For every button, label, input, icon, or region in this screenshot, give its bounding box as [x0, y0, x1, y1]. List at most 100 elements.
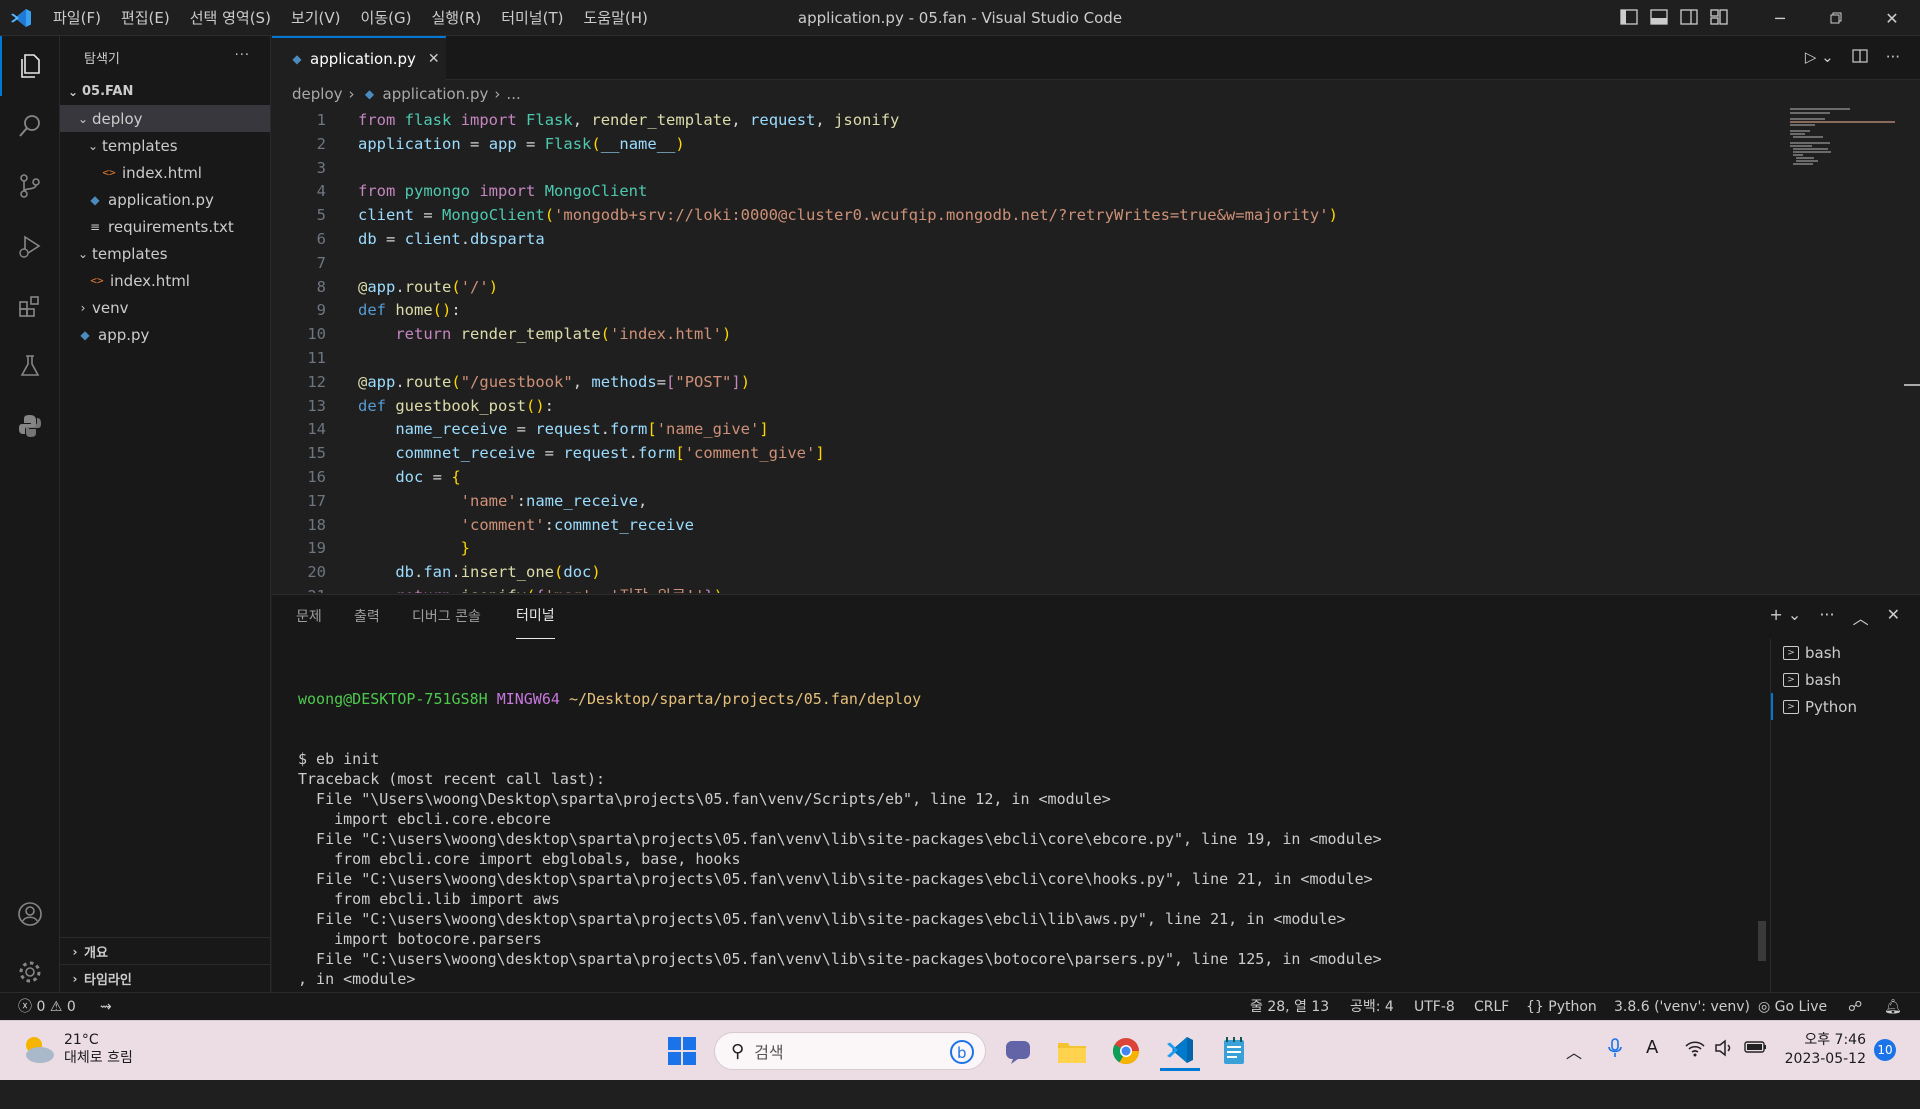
breadcrumb-file[interactable]: application.py	[383, 85, 489, 103]
code-line[interactable]: 17 'name':name_receive,	[272, 489, 1872, 513]
code-line[interactable]: 20 db.fan.insert_one(doc)	[272, 560, 1872, 584]
windows-start-icon[interactable]	[662, 1031, 702, 1071]
volume-icon[interactable]	[1714, 1039, 1734, 1061]
file-explorer-icon[interactable]	[1052, 1031, 1092, 1071]
extensions-icon[interactable]	[0, 276, 60, 336]
customize-layout-icon[interactable]	[1710, 8, 1728, 30]
toggle-secondary-sidebar-icon[interactable]	[1680, 8, 1698, 30]
more-actions-icon[interactable]: ···	[235, 48, 250, 63]
code-line[interactable]: 16 doc = {	[272, 465, 1872, 489]
code-line[interactable]: 3	[272, 156, 1872, 180]
menu-view[interactable]: 보기(V)	[281, 0, 351, 36]
python-icon[interactable]	[0, 396, 60, 456]
code-line[interactable]: 12 @app.route("/guestbook", methods=["POS…	[272, 370, 1872, 394]
code-line[interactable]: 13 def guestbook_post():	[272, 394, 1872, 418]
tab-debug-console[interactable]: 디버그 콘솔	[412, 595, 481, 639]
code-editor[interactable]: 1 from flask import Flask, render_templat…	[272, 108, 1920, 593]
tab-terminal[interactable]: 터미널	[516, 595, 555, 639]
code-line[interactable]: 6 db = client.dbsparta	[272, 227, 1872, 251]
maximize-panel-icon[interactable]: ︿	[1853, 605, 1869, 629]
vscode-taskbar-icon[interactable]	[1160, 1031, 1200, 1071]
code-line[interactable]: 9 def home():	[272, 298, 1872, 322]
tree-file-index-html[interactable]: <> index.html	[60, 267, 270, 294]
tree-file-deploy-index-html[interactable]: <> index.html	[60, 159, 270, 186]
battery-icon[interactable]	[1744, 1039, 1768, 1059]
menu-help[interactable]: 도움말(H)	[573, 0, 657, 36]
source-control-icon[interactable]	[0, 156, 60, 216]
notepad-icon[interactable]	[1214, 1031, 1254, 1071]
eol-status[interactable]: CRLF	[1474, 993, 1509, 1021]
show-hidden-icons[interactable]: ︿	[1566, 1039, 1582, 1063]
close-icon[interactable]: ✕	[1864, 0, 1920, 36]
bing-icon[interactable]: b	[949, 1039, 975, 1069]
workspace-root[interactable]: ⌄ 05.FAN	[60, 78, 270, 105]
cursor-position[interactable]: 줄 28, 열 13	[1250, 993, 1329, 1021]
menu-selection[interactable]: 선택 영역(S)	[180, 0, 281, 36]
explorer-icon[interactable]	[0, 36, 60, 96]
account-icon[interactable]	[0, 884, 60, 944]
run-python-file-icon[interactable]: ▷ ⌄	[1805, 48, 1834, 68]
clock[interactable]: 오후 7:46 2023-05-12	[1782, 1031, 1866, 1069]
close-panel-icon[interactable]: ✕	[1887, 605, 1900, 629]
encoding-status[interactable]: UTF-8	[1414, 993, 1455, 1021]
outline-section[interactable]: › 개요	[60, 937, 271, 965]
tree-folder-deploy[interactable]: ⌄ deploy	[60, 105, 270, 132]
tab-application-py[interactable]: ◆ application.py ✕	[272, 36, 446, 80]
code-line[interactable]: 15 commnet_receive = request.form['comme…	[272, 441, 1872, 465]
menu-go[interactable]: 이동(G)	[351, 0, 422, 36]
code-line[interactable]: 2 application = app = Flask(__name__)	[272, 132, 1872, 156]
chat-app-icon[interactable]	[998, 1031, 1038, 1071]
tree-folder-templates[interactable]: ⌄ templates	[60, 240, 270, 267]
tab-problems[interactable]: 문제	[296, 595, 322, 639]
code-line[interactable]: 18 'comment':commnet_receive	[272, 513, 1872, 537]
minimap[interactable]	[1788, 108, 1898, 168]
toggle-panel-icon[interactable]	[1650, 8, 1668, 30]
code-line[interactable]: 21 return jsonify({'msg': '저장 완료!'})	[272, 584, 1872, 593]
weather-widget[interactable]: 21°C 대체로 흐림	[64, 1031, 133, 1067]
menu-file[interactable]: 파일(F)	[43, 0, 111, 36]
tree-folder-deploy-templates[interactable]: ⌄ templates	[60, 132, 270, 159]
menu-terminal[interactable]: 터미널(T)	[491, 0, 573, 36]
terminal-item-bash[interactable]: > bash	[1771, 666, 1920, 693]
terminal-scrollbar[interactable]	[1758, 921, 1766, 961]
remote-explorer-icon[interactable]: ⇝	[100, 993, 112, 1021]
microphone-icon[interactable]	[1606, 1037, 1624, 1063]
timeline-section[interactable]: › 타임라인	[60, 964, 271, 992]
go-live-button[interactable]: ◎ Go Live	[1758, 993, 1827, 1021]
close-tab-icon[interactable]: ✕	[428, 51, 440, 67]
language-mode[interactable]: {} Python	[1526, 993, 1597, 1021]
breadcrumb-folder[interactable]: deploy	[292, 85, 343, 103]
tree-folder-venv[interactable]: › venv	[60, 294, 270, 321]
problems-status[interactable]: ⓧ 0 ⚠ 0	[18, 993, 76, 1021]
indentation-status[interactable]: 공백: 4	[1350, 993, 1394, 1021]
more-actions-icon[interactable]: ···	[1886, 48, 1900, 68]
terminal-item-bash[interactable]: > bash	[1771, 639, 1920, 666]
run-debug-icon[interactable]	[0, 216, 60, 276]
testing-icon[interactable]	[0, 336, 60, 396]
menu-edit[interactable]: 편집(E)	[111, 0, 180, 36]
code-line[interactable]: 5 client = MongoClient('mongodb+srv://lok…	[272, 203, 1872, 227]
tree-file-application-py[interactable]: ◆ application.py	[60, 186, 270, 213]
tree-file-requirements-txt[interactable]: ≡ requirements.txt	[60, 213, 270, 240]
new-terminal-icon[interactable]: + ⌄	[1769, 605, 1801, 629]
split-editor-icon[interactable]	[1852, 48, 1868, 68]
code-line[interactable]: 4 from pymongo import MongoClient	[272, 179, 1872, 203]
more-actions-icon[interactable]: ···	[1819, 605, 1834, 629]
code-line[interactable]: 10 return render_template('index.html')	[272, 322, 1872, 346]
code-line[interactable]: 19 }	[272, 536, 1872, 560]
tree-file-app-py[interactable]: ◆ app.py	[60, 321, 270, 348]
search-icon[interactable]	[0, 96, 60, 156]
menu-run[interactable]: 실행(R)	[421, 0, 491, 36]
code-line[interactable]: 7	[272, 251, 1872, 275]
minimize-icon[interactable]: ─	[1752, 0, 1808, 36]
scrollbar-indicator[interactable]	[1904, 384, 1920, 386]
chrome-icon[interactable]	[1106, 1031, 1146, 1071]
wifi-icon[interactable]	[1684, 1039, 1706, 1061]
python-interpreter[interactable]: 3.8.6 ('venv': venv)	[1614, 993, 1750, 1021]
feedback-icon[interactable]: ☍	[1848, 993, 1862, 1021]
weather-icon[interactable]	[20, 1033, 56, 1069]
code-line[interactable]: 11	[272, 346, 1872, 370]
code-line[interactable]: 8 @app.route('/')	[272, 275, 1872, 299]
breadcrumb-symbol[interactable]: ...	[506, 85, 520, 103]
code-line[interactable]: 14 name_receive = request.form['name_giv…	[272, 417, 1872, 441]
